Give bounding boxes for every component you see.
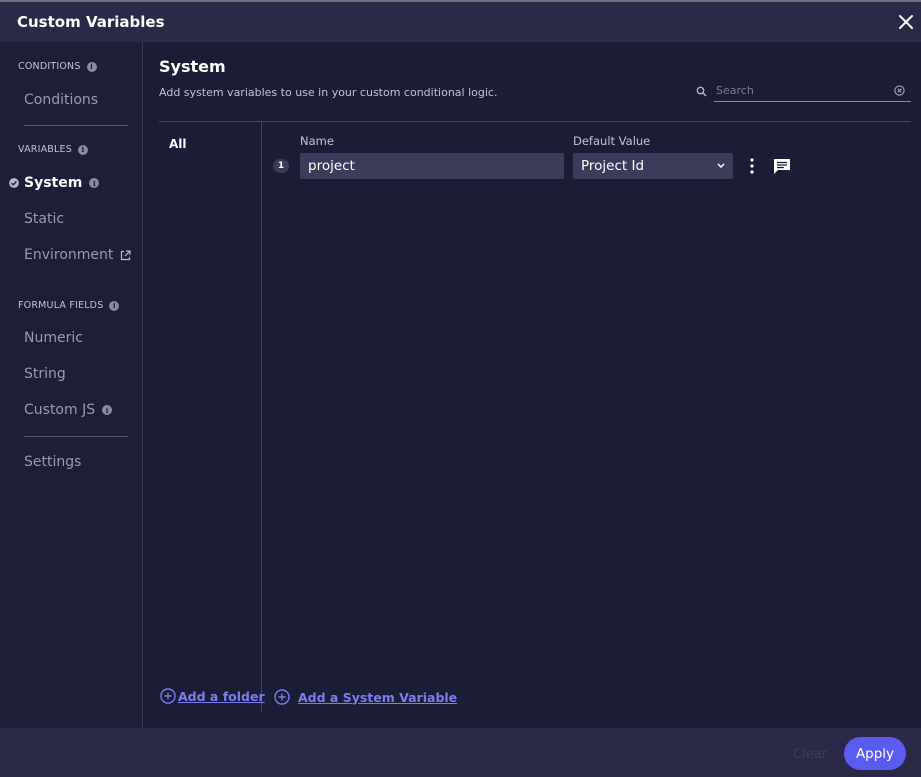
row-index-badge: 1 <box>273 159 289 173</box>
add-folder-label: Add a folder <box>178 688 265 704</box>
search-box <box>696 80 911 102</box>
sidebar-item-numeric[interactable]: Numeric <box>24 330 83 346</box>
close-icon[interactable] <box>897 13 915 31</box>
info-icon[interactable]: i <box>77 144 88 155</box>
sidebar-divider <box>24 436 128 437</box>
sidebar-item-string[interactable]: String <box>24 366 66 382</box>
sidebar-item-conditions[interactable]: Conditions <box>24 92 98 108</box>
folder-divider <box>261 122 262 712</box>
plus-circle-icon <box>274 689 290 705</box>
main-panel: System Add system variables to use in yo… <box>143 42 921 728</box>
section-label-formula-fields: FORMULA FIELDS i <box>18 300 120 311</box>
info-icon[interactable]: i <box>102 405 113 415</box>
chevron-down-icon <box>717 163 725 169</box>
section-label-conditions: CONDITIONS i <box>18 61 97 72</box>
sidebar-item-settings[interactable]: Settings <box>24 454 81 470</box>
column-header-default-value: Default Value <box>573 134 651 148</box>
add-folder-button[interactable]: Add a folder <box>160 688 265 704</box>
sidebar: CONDITIONS i Conditions VARIABLES i Syst… <box>0 42 143 728</box>
external-link-icon <box>121 249 132 260</box>
add-system-variable-button[interactable]: Add a System Variable <box>274 689 457 705</box>
dialog-header: Custom Variables <box>0 2 921 42</box>
page-subtitle: Add system variables to use in your cust… <box>159 86 498 99</box>
check-circle-icon <box>9 178 19 188</box>
info-icon[interactable]: i <box>109 300 120 311</box>
comment-icon[interactable] <box>773 158 791 175</box>
plus-circle-icon <box>160 688 176 704</box>
dialog-title: Custom Variables <box>17 13 165 31</box>
column-header-name: Name <box>300 134 334 148</box>
header-divider <box>159 121 911 122</box>
page-title: System <box>159 57 226 76</box>
clear-search-icon[interactable] <box>894 85 905 96</box>
sidebar-item-environment[interactable]: Environment <box>24 247 132 263</box>
search-icon <box>696 86 707 97</box>
sidebar-item-system[interactable]: System i <box>24 175 100 191</box>
apply-button[interactable]: Apply <box>844 737 906 770</box>
add-system-variable-label: Add a System Variable <box>298 689 458 705</box>
sidebar-item-custom-js[interactable]: Custom JS i <box>24 402 113 418</box>
section-label-variables: VARIABLES i <box>18 144 88 155</box>
variable-name-input[interactable] <box>300 153 564 179</box>
sidebar-item-static[interactable]: Static <box>24 211 64 227</box>
more-options-icon[interactable] <box>746 157 758 175</box>
default-value-selected: Project Id <box>581 158 645 174</box>
info-icon[interactable]: i <box>89 178 100 188</box>
dialog-footer: Clear Apply <box>0 728 921 777</box>
sidebar-divider <box>24 125 128 126</box>
info-icon[interactable]: i <box>86 61 97 72</box>
clear-button[interactable]: Clear <box>793 747 827 762</box>
folder-item-all[interactable]: All <box>169 137 187 151</box>
default-value-select[interactable]: Project Id <box>573 153 733 179</box>
search-input[interactable] <box>714 80 911 102</box>
